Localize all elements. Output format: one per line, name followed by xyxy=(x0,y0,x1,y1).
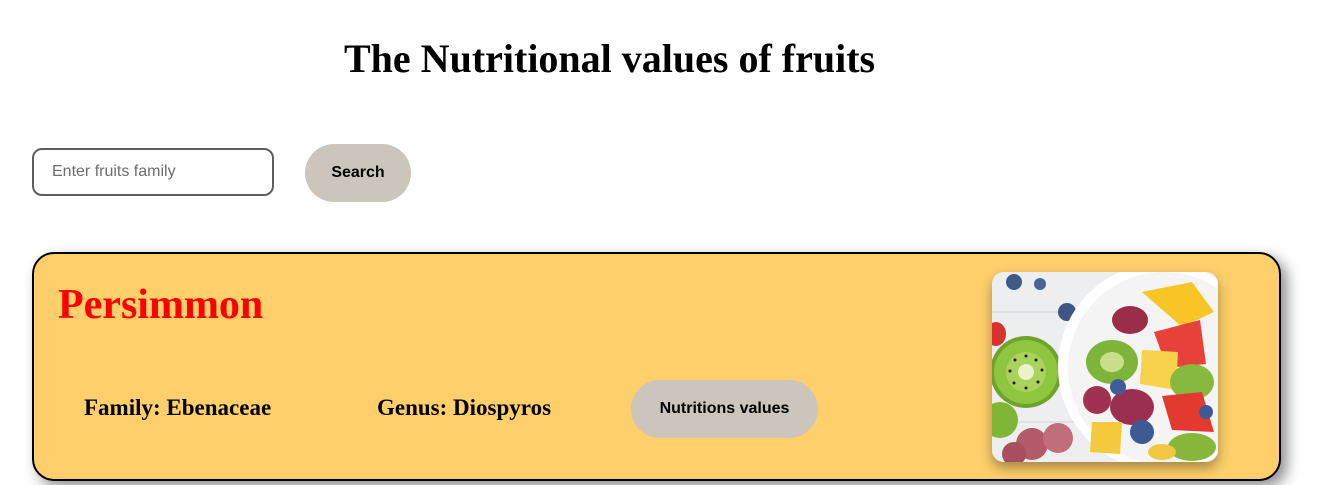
fruit-genus: Genus: Diospyros xyxy=(377,395,552,420)
page-title: The Nutritional values of fruits xyxy=(344,36,876,81)
fruit-family: Family: Ebenaceae xyxy=(84,395,272,420)
page: The Nutritional values of fruits Search … xyxy=(0,0,1320,485)
search-button[interactable]: Search xyxy=(305,144,411,202)
fruit-name: Persimmon xyxy=(58,282,264,328)
fruit-card: Persimmon Family: Ebenaceae Genus: Diosp… xyxy=(32,252,1281,481)
nutrition-values-button[interactable]: Nutritions values xyxy=(631,380,818,438)
fruit-salad-image xyxy=(992,272,1218,462)
search-input[interactable] xyxy=(32,148,274,196)
